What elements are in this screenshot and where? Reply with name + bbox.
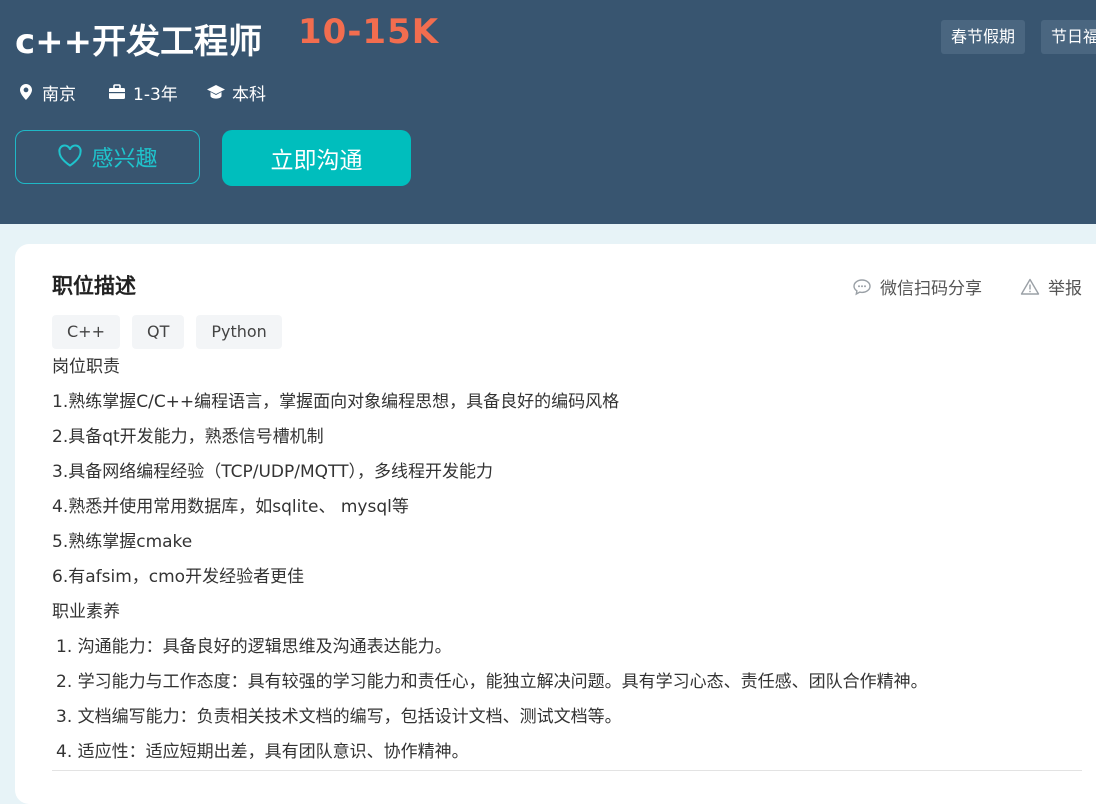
- skill-tag: QT: [131, 315, 185, 349]
- skill-tag: Python: [196, 315, 282, 349]
- description-line: 1.熟练掌握C/C++编程语言，掌握面向对象编程思想，具备良好的编码风格: [52, 392, 620, 412]
- heart-icon: [57, 144, 83, 170]
- skill-tags: C++ QT Python: [52, 315, 282, 349]
- chat-bubble-icon: [852, 277, 872, 297]
- graduation-cap-icon: [206, 82, 226, 102]
- benefit-tag: 春节假期: [941, 20, 1026, 54]
- description-line: 3.具备网络编程经验（TCP/UDP/MQTT），多线程开发能力: [52, 462, 493, 482]
- job-degree: 本科: [206, 80, 266, 105]
- briefcase-icon: [107, 82, 127, 102]
- description-line: 4. 适应性：适应短期出差，具有团队意识、协作精神。: [56, 742, 469, 762]
- job-title: c++开发工程师: [15, 22, 263, 62]
- section-title: 职位描述: [52, 274, 136, 298]
- interested-button-label: 感兴趣: [91, 147, 158, 172]
- job-header: c++开发工程师 10-15K 春节假期 节日福利 南京 1-3年 本科 感兴趣…: [0, 0, 1096, 224]
- description-line: 2. 学习能力与工作态度：具有较强的学习能力和责任心，能独立解决问题。具有学习心…: [56, 672, 928, 692]
- report-link[interactable]: 举报: [1020, 274, 1082, 299]
- salary: 10-15K: [298, 12, 440, 52]
- job-description-text: 岗位职责 1.熟练掌握C/C++编程语言，掌握面向对象编程思想，具备良好的编码风…: [52, 352, 1092, 772]
- location-text: 南京: [42, 84, 76, 105]
- wechat-share-link[interactable]: 微信扫码分享: [852, 274, 982, 299]
- description-line: 3. 文档编写能力：负责相关技术文档的编写，包括设计文档、测试文档等。: [56, 707, 622, 727]
- job-experience: 1-3年: [107, 80, 178, 105]
- description-heading: 岗位职责: [52, 357, 120, 377]
- divider: [52, 770, 1082, 771]
- chat-now-button[interactable]: 立即沟通: [222, 130, 411, 186]
- location-pin-icon: [16, 82, 36, 102]
- description-line: 4.熟悉并使用常用数据库，如sqlite、 mysql等: [52, 497, 409, 517]
- description-line: 2.具备qt开发能力，熟悉信号槽机制: [52, 427, 324, 447]
- benefit-tag: 节日福利: [1041, 20, 1096, 54]
- report-label: 举报: [1048, 279, 1082, 299]
- share-label: 微信扫码分享: [880, 279, 982, 299]
- skill-tag: C++: [52, 315, 120, 349]
- chat-now-button-label: 立即沟通: [270, 148, 363, 174]
- description-line: 5.熟练掌握cmake: [52, 532, 193, 552]
- interested-button[interactable]: 感兴趣: [15, 130, 200, 184]
- warning-triangle-icon: [1020, 277, 1040, 297]
- experience-text: 1-3年: [133, 84, 178, 105]
- description-line: 6.有afsim，cmo开发经验者更佳: [52, 567, 305, 587]
- description-line: 1. 沟通能力：具备良好的逻辑思维及沟通表达能力。: [56, 637, 452, 657]
- description-heading: 职业素养: [52, 602, 120, 622]
- degree-text: 本科: [232, 84, 266, 105]
- job-location: 南京: [16, 80, 76, 105]
